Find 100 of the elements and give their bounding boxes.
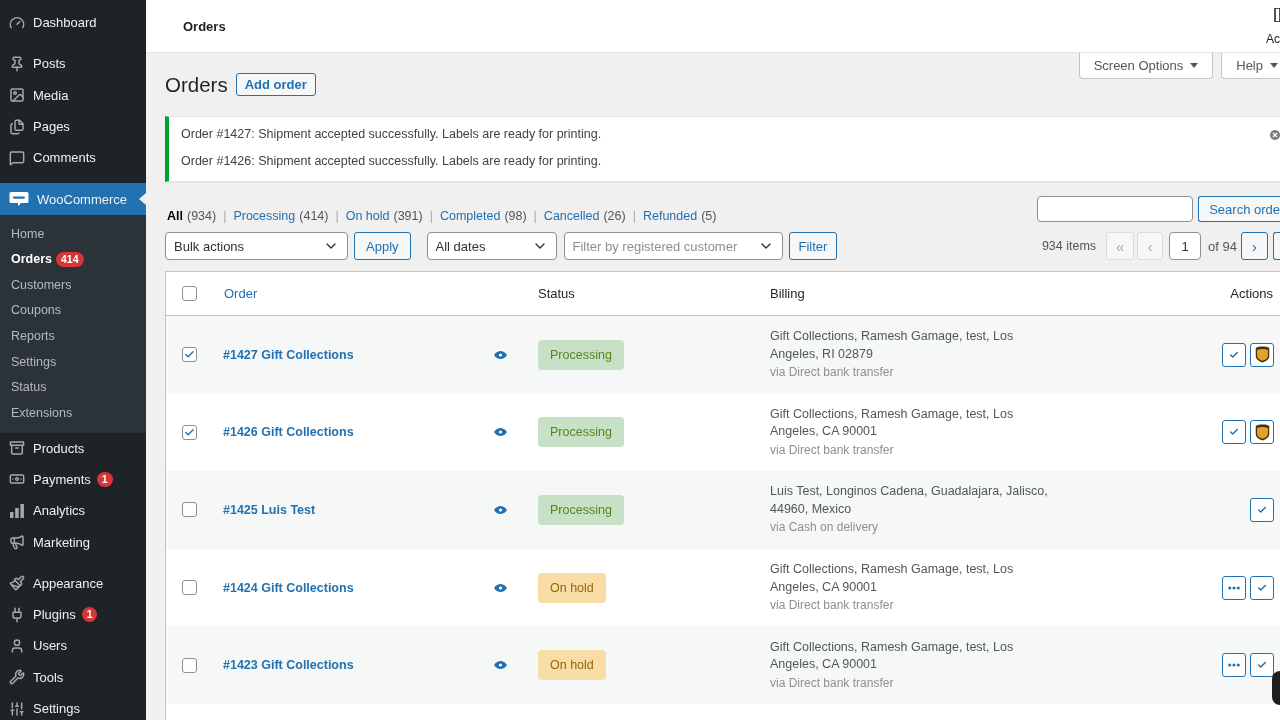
activity-label[interactable]: Ac	[1266, 32, 1280, 46]
search-orders-button[interactable]: Search orde	[1198, 196, 1280, 222]
apply-button[interactable]: Apply	[354, 232, 411, 260]
status-filter-link[interactable]: Cancelled	[543, 209, 600, 223]
last-page-button[interactable]	[1273, 232, 1280, 260]
menu-item[interactable]: Users	[0, 630, 146, 662]
menu-item[interactable]: Pages	[0, 110, 146, 143]
submenu-item[interactable]: Orders 414	[0, 246, 146, 272]
customer-filter-select[interactable]: Filter by registered customer	[563, 232, 783, 260]
status-filter-link[interactable]: All	[167, 209, 183, 223]
ellipsis-icon	[1228, 585, 1240, 590]
activity-icon[interactable]	[1274, 8, 1280, 22]
screen-meta-tab[interactable]: Help	[1221, 53, 1280, 79]
menu-item[interactable]: Analytics	[0, 495, 146, 527]
menu-item[interactable]: Tools	[0, 661, 146, 693]
submenu-item[interactable]: Status	[0, 374, 146, 400]
filter-count: (934)	[187, 209, 217, 223]
submenu-item[interactable]: Reports	[0, 323, 146, 349]
order-link[interactable]: #1423 Gift Collections	[223, 658, 354, 673]
filter-button[interactable]: Filter	[788, 232, 838, 260]
filter-count: (391)	[393, 209, 423, 223]
payment-method: via Direct bank transfer	[770, 674, 894, 692]
archive-box-icon	[9, 440, 25, 457]
count-badge: 1	[96, 471, 113, 487]
speech-bubble-icon	[9, 149, 25, 166]
menu-item[interactable]: Products	[0, 432, 146, 464]
bar-chart-icon	[9, 502, 25, 519]
row-checkbox[interactable]	[182, 424, 197, 440]
order-link[interactable]: #1427 Gift Collections	[223, 347, 354, 362]
header-title: Orders	[183, 19, 226, 34]
next-page-button[interactable]: ›	[1241, 232, 1268, 260]
eye-icon[interactable]	[494, 506, 507, 514]
megaphone-icon	[9, 534, 25, 551]
eye-icon[interactable]	[494, 428, 507, 437]
eye-icon[interactable]	[494, 661, 507, 670]
payment-method: via Direct bank transfer	[770, 441, 894, 459]
count-badge: 1	[81, 607, 98, 623]
shield-icon	[1254, 346, 1270, 364]
dismiss-icon[interactable]	[1270, 130, 1280, 140]
check-icon	[1257, 582, 1267, 593]
eye-icon[interactable]	[494, 583, 507, 592]
bulk-actions-select[interactable]: Bulk actions	[165, 232, 348, 260]
submenu-item[interactable]: Extensions	[0, 399, 146, 426]
sortable-column-header[interactable]: Order	[211, 286, 258, 301]
eye-icon[interactable]	[494, 350, 507, 359]
menu-item[interactable]: Posts	[0, 48, 146, 80]
submenu-item[interactable]: Home	[0, 220, 146, 247]
submenu-item[interactable]: Settings	[0, 348, 146, 375]
separator-text: |	[533, 209, 537, 223]
chat-launcher-button[interactable]	[1272, 671, 1280, 705]
status-filter-link[interactable]: On hold	[345, 209, 390, 223]
row-checkbox[interactable]	[182, 580, 197, 596]
add-order-button[interactable]: Add order	[235, 73, 316, 96]
check-icon	[184, 426, 195, 438]
filter-count: (5)	[701, 209, 717, 223]
paintbrush-icon	[9, 575, 25, 592]
order-link[interactable]: #1424 Gift Collections	[223, 580, 354, 595]
menu-item[interactable]: Comments	[0, 142, 146, 174]
row-checkbox[interactable]	[182, 502, 197, 518]
payment-method: via Direct bank transfer	[770, 597, 894, 615]
count-badge: 414	[56, 251, 84, 267]
row-checkbox[interactable]	[182, 347, 197, 363]
check-icon	[1229, 349, 1239, 360]
filter-count: (98)	[504, 209, 527, 223]
notice-text: Order #1426: Shipment accepted successfully. Labels are ready for printing.	[181, 153, 602, 170]
menu-item[interactable]: Plugins 1	[0, 599, 146, 631]
menu-item[interactable]: Dashboard	[0, 7, 146, 39]
status-filter-link[interactable]: Completed	[439, 209, 501, 223]
row-checkbox[interactable]	[182, 657, 197, 673]
date-filter-select[interactable]: All dates	[426, 232, 557, 260]
filter-count: (26)	[603, 209, 626, 223]
submenu-item[interactable]: Customers	[0, 271, 146, 298]
sliders-icon	[9, 700, 25, 717]
page-number-field[interactable]: 1	[1169, 232, 1202, 260]
order-link[interactable]: #1425 Luis Test	[223, 503, 316, 517]
shield-icon	[1254, 423, 1270, 441]
menu-item[interactable]: WooCommerce	[0, 183, 146, 215]
user-icon	[9, 637, 25, 654]
screen-meta-tab[interactable]: Screen Options	[1078, 53, 1214, 79]
status-filter-link[interactable]: Refunded	[642, 209, 698, 223]
menu-item[interactable]: Media	[0, 79, 146, 111]
menu-item[interactable]: Marketing	[0, 526, 146, 558]
status-filter-link[interactable]: Processing	[233, 209, 296, 223]
order-action-button[interactable]	[1250, 420, 1274, 445]
menu-item[interactable]: Payments 1	[0, 463, 146, 496]
billing-address: Gift Collections, Ramesh Gamage, test, Los Angeles, CA 90001	[770, 638, 1015, 674]
order-action-button[interactable]	[1250, 342, 1274, 367]
menu-item[interactable]: Settings	[0, 692, 146, 720]
submenu-item[interactable]: Coupons	[0, 297, 146, 324]
billing-address: Luis Test, Longinos Cadena, Guadalajara, Jalisco, 44960, Mexico	[770, 483, 1049, 518]
status-badge: On hold	[538, 572, 606, 603]
menu-item[interactable]: Appearance	[0, 567, 146, 599]
payment-method: via Direct bank transfer	[770, 364, 894, 382]
search-field[interactable]	[1037, 196, 1194, 222]
order-link[interactable]: #1426 Gift Collections	[223, 425, 354, 440]
pin-icon	[9, 55, 25, 72]
separator-text: |	[632, 209, 636, 223]
select-all-checkbox[interactable]	[182, 286, 197, 301]
caret-icon	[1190, 63, 1199, 68]
notice-text: Order #1427: Shipment accepted successfully. Labels are ready for printing.	[181, 126, 602, 143]
